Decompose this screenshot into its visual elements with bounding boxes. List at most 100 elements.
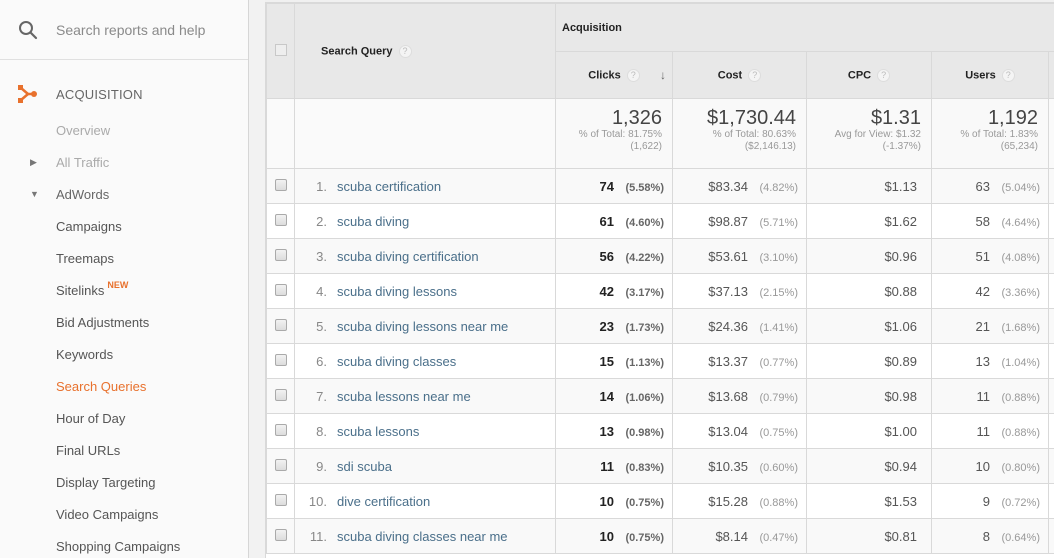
query-link[interactable]: scuba diving lessons near me (337, 319, 508, 334)
query-link[interactable]: scuba diving lessons (337, 284, 457, 299)
row-checkbox[interactable] (274, 493, 287, 506)
sidebar-item-bid-adjustments[interactable]: Bid Adjustments (0, 306, 248, 338)
cpc-cell: $1.53 (806, 483, 932, 519)
query-cell: 1. scuba certification (294, 168, 556, 204)
select-all-cell (266, 3, 295, 99)
query-link[interactable]: scuba lessons (337, 424, 419, 439)
row-checkbox[interactable] (274, 283, 287, 296)
nav-section-acquisition[interactable]: ACQUISITION (0, 76, 248, 112)
clicks-cell: 15 (1.13%) (555, 343, 673, 379)
row-checkbox[interactable] (274, 423, 287, 436)
sidebar-item-display-targeting[interactable]: Display Targeting (0, 466, 248, 498)
sidebar-item-treemaps[interactable]: Treemaps (0, 242, 248, 274)
row-select-cell (266, 203, 295, 239)
sidebar-item-keywords[interactable]: Keywords (0, 338, 248, 370)
row-checkbox[interactable] (274, 353, 287, 366)
sidebar-item-video-campaigns[interactable]: Video Campaigns (0, 498, 248, 530)
row-number: 4. (316, 283, 327, 299)
row-select-cell (266, 483, 295, 519)
nav-list: Overview ▶ All Traffic ▼ AdWords Campaig… (0, 114, 248, 558)
help-icon[interactable]: ? (748, 68, 762, 82)
query-link[interactable]: scuba diving certification (337, 249, 479, 264)
totals-blank (266, 98, 295, 169)
table-row: 5. scuba diving lessons near me 23 (1.73%)… (266, 308, 1054, 344)
column-header-clicks[interactable]: Clicks? ↓ (555, 51, 673, 99)
sidebar-item-shopping-campaigns[interactable]: Shopping Campaigns (0, 530, 248, 558)
sidebar-item-sitelinks[interactable]: Sitelinks NEW (0, 274, 248, 306)
cost-cell: $10.35 (0.60%) (672, 448, 807, 484)
query-link[interactable]: sdi scuba (337, 459, 392, 474)
acquisition-icon (0, 84, 56, 104)
sidebar-item-overview[interactable]: Overview (0, 114, 248, 146)
query-link[interactable]: scuba certification (337, 179, 441, 194)
row-checkbox[interactable] (274, 248, 287, 261)
query-link[interactable]: scuba lessons near me (337, 389, 471, 404)
sidebar-item-label: Display Targeting (56, 474, 156, 490)
total-value: 1,326 (611, 107, 662, 129)
select-all-checkbox[interactable] (274, 43, 287, 56)
users-cell: 8 (0.64%) (931, 518, 1049, 554)
row-checkbox[interactable] (274, 178, 287, 191)
cpc-value: $0.94 (884, 458, 917, 474)
cpc-value: $1.13 (884, 178, 917, 194)
cpc-value: $1.53 (884, 493, 917, 509)
row-checkbox[interactable] (274, 318, 287, 331)
collapse-arrow-icon[interactable]: ▼ (30, 189, 40, 199)
query-cell: 2. scuba diving (294, 203, 556, 239)
users-cell: 51 (4.08%) (931, 238, 1049, 274)
clicks-value: 56 (599, 248, 614, 264)
overflow-cell (1047, 518, 1054, 554)
row-select-cell (266, 238, 295, 274)
cpc-cell: $1.13 (806, 168, 932, 204)
query-link[interactable]: scuba diving (337, 214, 409, 229)
totals-section: 1,326 % of Total: 81.75% (1,622) $1,730.… (266, 98, 1054, 169)
table-row: 2. scuba diving 61 (4.60%) $98.87 (5.71%) $… (266, 203, 1054, 239)
column-header-cpc[interactable]: CPC? (806, 51, 932, 99)
expand-arrow-icon[interactable]: ▶ (30, 157, 40, 168)
column-header-search-query[interactable]: Search Query? (294, 3, 556, 99)
column-header-users[interactable]: Users? (931, 51, 1049, 99)
sidebar-item-all-traffic[interactable]: ▶ All Traffic (0, 146, 248, 178)
row-checkbox[interactable] (274, 388, 287, 401)
cost-cell: $8.14 (0.47%) (672, 518, 807, 554)
cost-cell: $13.37 (0.77%) (672, 343, 807, 379)
cpc-value: $0.96 (884, 248, 917, 264)
clicks-percent: (1.13%) (625, 356, 664, 369)
sort-descending-icon[interactable]: ↓ (660, 68, 666, 82)
app-root: ACQUISITION Overview ▶ All Traffic ▼ AdW… (0, 0, 1054, 558)
query-link[interactable]: dive certification (337, 494, 430, 509)
total-users: 1,192 % of Total: 1.83% (65,234) (931, 98, 1049, 169)
help-icon[interactable]: ? (626, 68, 640, 82)
query-cell: 8. scuba lessons (294, 413, 556, 449)
sidebar-item-label: AdWords (56, 186, 110, 202)
sidebar-item-adwords[interactable]: ▼ AdWords (0, 178, 248, 210)
sidebar-item-hour-of-day[interactable]: Hour of Day (0, 402, 248, 434)
cost-percent: (0.79%) (759, 391, 798, 404)
sidebar-gutter (249, 0, 265, 558)
search-input[interactable] (56, 21, 236, 38)
total-subtext: ($2,146.13) (744, 141, 796, 152)
cost-percent: (0.47%) (759, 531, 798, 544)
query-link[interactable]: scuba diving classes near me (337, 529, 508, 544)
cpc-cell: $1.62 (806, 203, 932, 239)
row-checkbox[interactable] (274, 528, 287, 541)
cost-value: $13.68 (708, 388, 748, 404)
clicks-cell: 10 (0.75%) (555, 483, 673, 519)
row-checkbox[interactable] (274, 458, 287, 471)
column-header-cost[interactable]: Cost? (672, 51, 807, 99)
users-value: 11 (976, 388, 991, 404)
query-link[interactable]: scuba diving classes (337, 354, 456, 369)
help-icon[interactable]: ? (398, 44, 412, 58)
sidebar-item-final-urls[interactable]: Final URLs (0, 434, 248, 466)
cost-percent: (2.15%) (759, 286, 798, 299)
sidebar-item-search-queries[interactable]: Search Queries (0, 370, 248, 402)
group-header-label: Acquisition (562, 21, 622, 34)
clicks-value: 15 (599, 353, 614, 369)
query-cell: 7. scuba lessons near me (294, 378, 556, 414)
help-icon[interactable]: ? (1001, 68, 1015, 82)
help-icon[interactable]: ? (877, 68, 891, 82)
search-icon[interactable] (0, 20, 56, 40)
total-subtext: % of Total: 80.63% (712, 129, 796, 140)
row-checkbox[interactable] (274, 213, 287, 226)
sidebar-item-campaigns[interactable]: Campaigns (0, 210, 248, 242)
